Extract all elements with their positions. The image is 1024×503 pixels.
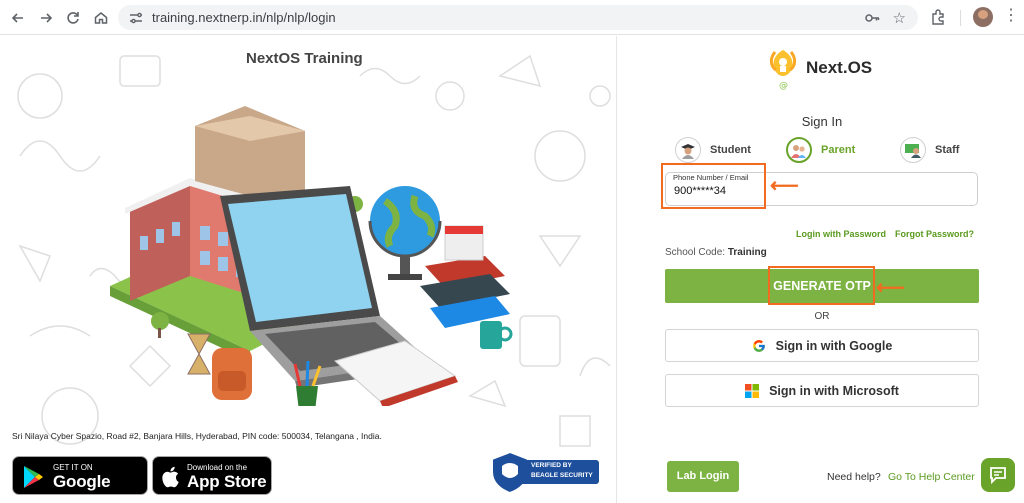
badge-line2: BEAGLE SECURITY xyxy=(531,472,593,479)
office-address: Sri Nilaya Cyber Spazio, Road #2, Banjar… xyxy=(12,431,382,441)
microsoft-signin-label: Sign in with Microsoft xyxy=(769,383,899,398)
school-code-value: Training xyxy=(727,247,767,258)
need-help-text: Need help? xyxy=(827,471,881,483)
brand-logo-icon: @ xyxy=(769,50,797,91)
google-play-big-text: Google Play xyxy=(53,472,111,503)
school-code: School Code: Training xyxy=(665,247,767,258)
extensions-icon[interactable] xyxy=(930,8,948,26)
school-code-label: School Code: xyxy=(665,247,726,258)
brand-name: Next.OS xyxy=(806,58,873,77)
role-student-label: Student xyxy=(710,144,751,156)
forgot-password-link[interactable]: Forgot Password? xyxy=(895,229,974,239)
password-key-icon[interactable] xyxy=(864,10,880,26)
role-parent-label: Parent xyxy=(821,144,856,156)
otp-arrow-icon: ⟵ xyxy=(876,277,905,299)
badge-line1: VERIFIED BY xyxy=(531,462,572,469)
reload-icon[interactable] xyxy=(63,8,83,28)
svg-text:@: @ xyxy=(779,81,788,91)
toolbar-separator xyxy=(960,10,961,26)
parent-avatar-icon xyxy=(786,137,812,163)
or-separator: OR xyxy=(814,311,830,322)
home-icon[interactable] xyxy=(91,8,111,28)
promo-title: NextOS Training xyxy=(246,50,363,67)
beagle-security-badge[interactable]: VERIFIED BY BEAGLE SECURITY xyxy=(489,450,599,494)
microsoft-icon xyxy=(745,383,760,398)
google-play-small-text: GET IT ON xyxy=(53,463,93,472)
phone-highlight-box xyxy=(661,163,766,209)
back-icon[interactable] xyxy=(8,8,28,28)
lab-login-button[interactable]: Lab Login xyxy=(667,461,739,492)
phone-arrow-icon: ⟵ xyxy=(770,175,799,197)
panel-divider xyxy=(616,36,617,503)
role-student[interactable]: Student xyxy=(675,136,751,164)
url-text[interactable]: training.nextnerp.in/nlp/nlp/login xyxy=(152,10,336,25)
student-avatar-icon xyxy=(675,137,701,163)
microsoft-signin-button[interactable]: Sign in with Microsoft xyxy=(665,374,979,407)
google-play-button[interactable]: GET IT ON Google Play xyxy=(12,456,148,503)
chat-icon[interactable] xyxy=(981,458,1015,492)
promo-panel: NextOS Training Sri Nilaya Cyber Spazio,… xyxy=(0,36,616,503)
sign-in-heading: Sign In xyxy=(801,114,843,129)
login-with-password-link[interactable]: Login with Password xyxy=(796,229,886,239)
address-bar[interactable]: training.nextnerp.in/nlp/nlp/login ☆ xyxy=(118,5,918,30)
google-signin-button[interactable]: Sign in with Google xyxy=(665,329,979,362)
profile-avatar[interactable] xyxy=(973,7,993,27)
app-store-big-text: App Store xyxy=(187,472,267,491)
role-staff-label: Staff xyxy=(935,144,960,156)
more-menu-icon[interactable]: ⋮ xyxy=(1003,8,1019,24)
forward-icon[interactable] xyxy=(36,8,56,28)
site-info-icon[interactable] xyxy=(128,10,144,26)
otp-highlight-box xyxy=(768,266,875,305)
browser-toolbar: training.nextnerp.in/nlp/nlp/login ☆ ⋮ xyxy=(0,0,1024,35)
role-parent[interactable]: Parent xyxy=(786,136,855,164)
app-store-button[interactable]: Download on the App Store xyxy=(152,456,272,495)
google-play-icon xyxy=(24,466,43,488)
app-store-small-text: Download on the xyxy=(187,463,248,472)
apple-icon xyxy=(162,466,179,488)
staff-avatar-icon xyxy=(900,137,926,163)
google-icon xyxy=(752,339,766,353)
school-illustration xyxy=(110,106,513,406)
role-staff[interactable]: Staff xyxy=(900,136,959,164)
bookmark-star-icon[interactable]: ☆ xyxy=(893,9,906,27)
help-center-link[interactable]: Go To Help Center xyxy=(888,471,975,483)
google-signin-label: Sign in with Google xyxy=(775,338,893,353)
